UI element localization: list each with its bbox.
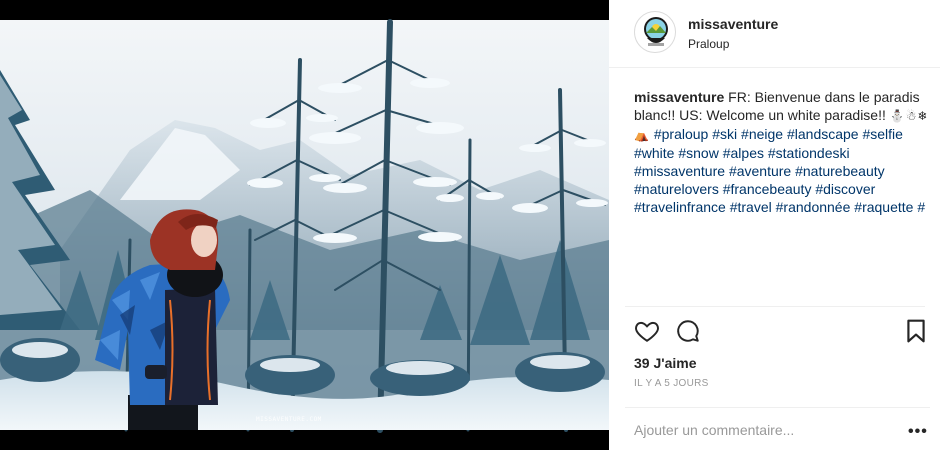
- hashtag-link[interactable]: #naturelovers: [634, 181, 719, 197]
- hashtag-link[interactable]: #travel: [730, 199, 772, 215]
- actions-divider: [625, 306, 925, 307]
- hashtag-link[interactable]: #praloup: [654, 126, 709, 142]
- hashtag-link[interactable]: #aventure: [729, 163, 791, 179]
- avatar-logo-icon: [644, 17, 668, 46]
- caption-username[interactable]: missaventure: [634, 89, 724, 105]
- heart-icon[interactable]: [634, 318, 660, 344]
- hashtag-link[interactable]: #naturebeauty: [795, 163, 885, 179]
- hashtag-link[interactable]: #neige: [741, 126, 783, 142]
- hashtag-link[interactable]: #white: [634, 145, 674, 161]
- comment-input[interactable]: [634, 420, 884, 440]
- hashtag-link[interactable]: #randonnée: [776, 199, 851, 215]
- hashtag-link[interactable]: #francebeauty: [723, 181, 812, 197]
- snowy-forest-photo: [0, 0, 609, 450]
- hashtag-link[interactable]: #missaventure: [634, 163, 725, 179]
- avatar[interactable]: [634, 11, 676, 53]
- post-timestamp[interactable]: IL Y A 5 JOURS: [634, 378, 709, 389]
- ellipsis-icon[interactable]: •••: [908, 423, 928, 441]
- likes-count[interactable]: 39 J'aime: [634, 355, 697, 371]
- hashtag-link[interactable]: #alpes: [723, 145, 764, 161]
- hashtag-link[interactable]: #: [917, 199, 925, 215]
- hashtag-link[interactable]: #ski: [712, 126, 737, 142]
- hashtag-link[interactable]: #raquette: [854, 199, 913, 215]
- post-caption: missaventure FR: Bienvenue dans le parad…: [634, 88, 934, 216]
- bookmark-icon[interactable]: [903, 318, 929, 344]
- post-location[interactable]: Praloup: [688, 37, 729, 51]
- post-header: missaventure Praloup: [609, 0, 940, 68]
- hashtag-link[interactable]: #selfie: [862, 126, 902, 142]
- hashtag-link[interactable]: #landscape: [787, 126, 859, 142]
- speech-bubble-icon[interactable]: [675, 318, 701, 344]
- post-side-panel: missaventure Praloup missaventure FR: Bi…: [609, 0, 940, 450]
- post-photo[interactable]: MISSAVENTURE.COM: [0, 0, 609, 450]
- comment-bar: •••: [625, 407, 930, 450]
- photo-watermark: MISSAVENTURE.COM: [256, 416, 322, 423]
- post-username[interactable]: missaventure: [688, 16, 778, 32]
- hashtag-link[interactable]: #travelinfrance: [634, 199, 726, 215]
- hashtag-link[interactable]: #discover: [815, 181, 875, 197]
- caption-hashtags: #praloup #ski #neige #landscape #selfie …: [634, 126, 925, 215]
- hashtag-link[interactable]: #snow: [678, 145, 718, 161]
- hashtag-link[interactable]: #stationdeski: [768, 145, 850, 161]
